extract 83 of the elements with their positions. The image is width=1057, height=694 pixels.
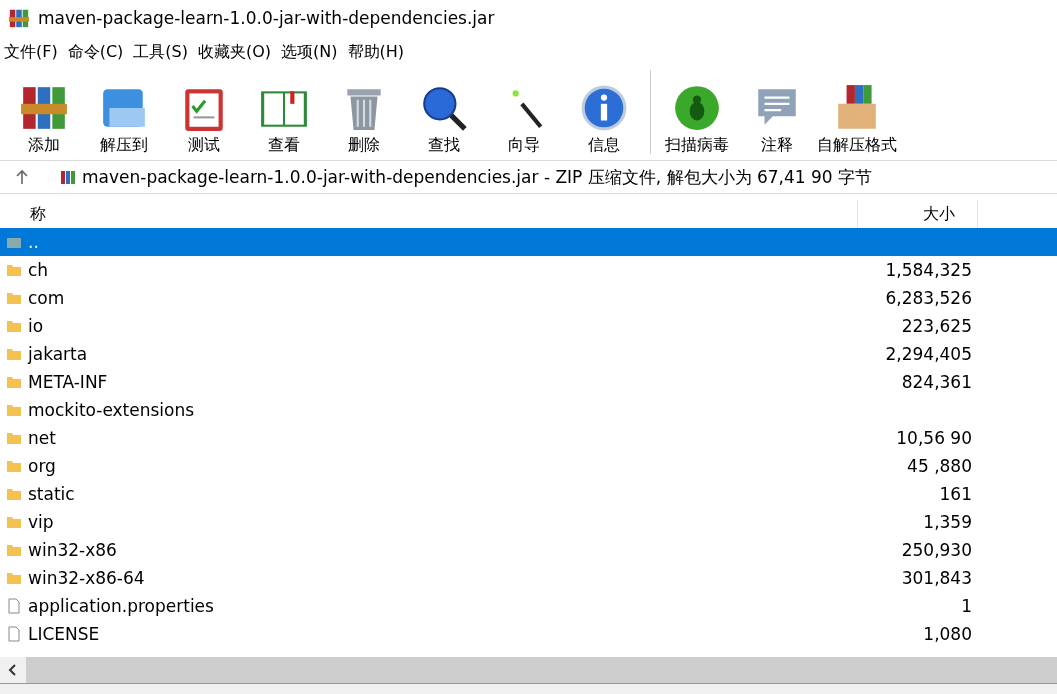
file-name: vip	[28, 512, 54, 532]
file-name: static	[28, 484, 75, 504]
menu-item[interactable]: 命令(C)	[67, 41, 124, 63]
folder-icon	[6, 514, 22, 530]
archive-icon	[60, 169, 76, 185]
bug-icon	[672, 83, 722, 133]
delete-button[interactable]: 删除	[324, 83, 404, 156]
menu-item[interactable]: 工具(S)	[133, 41, 188, 63]
folder-icon	[6, 458, 22, 474]
file-size: 6,283,526	[885, 288, 972, 308]
file-row[interactable]: net 10,56 90	[0, 424, 1057, 452]
file-size: 301,843	[901, 568, 972, 588]
folder-icon	[6, 262, 22, 278]
comment-button[interactable]: 注释	[737, 83, 817, 156]
menu-item[interactable]: 收藏夹(O)	[198, 41, 272, 63]
file-size: 1,359	[923, 512, 972, 532]
file-name: win32-x86-64	[28, 568, 145, 588]
folder-icon	[6, 346, 22, 362]
file-icon	[6, 626, 22, 642]
file-name: LICENSE	[28, 624, 100, 644]
file-size: 45 ,880	[907, 456, 972, 476]
folder-icon	[6, 374, 22, 390]
info-icon	[579, 83, 629, 133]
folder-icon	[6, 570, 22, 586]
menu-item[interactable]: 帮助(H)	[347, 41, 405, 63]
menu-item[interactable]: 文件(F)	[4, 41, 58, 63]
folder-icon	[6, 486, 22, 502]
file-row[interactable]: io 223,625	[0, 312, 1057, 340]
up-arrow-icon[interactable]	[14, 169, 30, 185]
file-size: 824,361	[901, 372, 972, 392]
scroll-left-icon[interactable]	[0, 657, 26, 683]
file-row[interactable]: ch 1,584,325	[0, 256, 1057, 284]
file-size: 1,080	[923, 624, 972, 644]
file-row[interactable]: com 6,283,526	[0, 284, 1057, 312]
virus-button[interactable]: 扫描病毒	[657, 83, 737, 156]
file-name: META-INF	[28, 372, 108, 392]
file-row[interactable]: application.properties 1	[0, 592, 1057, 620]
folder-icon	[6, 318, 22, 334]
sfx-button[interactable]: 自解压格式	[817, 83, 897, 156]
folder-icon	[6, 402, 22, 418]
file-size: 10,56 90	[896, 428, 972, 448]
file-size: 161	[939, 484, 972, 504]
file-row[interactable]: ..	[0, 228, 1057, 256]
file-row[interactable]: LICENSE 1,080	[0, 620, 1057, 648]
file-row[interactable]: vip 1,359	[0, 508, 1057, 536]
file-name: jakarta	[28, 344, 88, 364]
folder-icon	[6, 542, 22, 558]
file-icon	[6, 598, 22, 614]
folder-icon	[6, 290, 22, 306]
file-name: mockito-extensions	[28, 400, 195, 420]
archive-icon	[8, 7, 30, 29]
menu-item[interactable]: 选项(N)	[281, 41, 338, 63]
file-size: 2,294,405	[885, 344, 972, 364]
test-button[interactable]: 测试	[164, 83, 244, 156]
horizontal-scrollbar[interactable]	[0, 657, 1057, 683]
file-name: com	[28, 288, 65, 308]
file-name: net	[28, 428, 56, 448]
archive-path: maven-package-learn-1.0.0-jar-with-dependencies.jar - ZIP 压缩文件, 解包大小为 67,41 90 字节	[82, 165, 873, 189]
wizard-button[interactable]: 向导	[484, 83, 564, 156]
add-button[interactable]: 添加	[4, 83, 84, 156]
extract-button[interactable]: 解压到	[84, 83, 164, 156]
window-title: maven-package-learn-1.0.0-jar-with-dependencies.jar	[38, 8, 495, 28]
folder-icon	[6, 430, 22, 446]
file-name: win32-x86	[28, 540, 117, 560]
file-row[interactable]: win32-x86 250,930	[0, 536, 1057, 564]
file-row[interactable]: static 161	[0, 480, 1057, 508]
file-row[interactable]: jakarta 2,294,405	[0, 340, 1057, 368]
file-row[interactable]: org 45 ,880	[0, 452, 1057, 480]
info-button[interactable]: 信息	[564, 83, 644, 156]
file-size: 1,584,325	[885, 260, 972, 280]
file-size: 250,930	[901, 540, 972, 560]
file-row[interactable]: mockito-extensions	[0, 396, 1057, 424]
file-name: ..	[28, 232, 39, 252]
file-name: io	[28, 316, 44, 336]
file-size: 223,625	[901, 316, 972, 336]
file-name: ch	[28, 260, 49, 280]
view-button[interactable]: 查看	[244, 83, 324, 156]
file-row[interactable]: META-INF 824,361	[0, 368, 1057, 396]
file-size: 1	[961, 596, 972, 616]
file-name: application.properties	[28, 596, 214, 616]
file-row[interactable]: win32-x86-64 301,843	[0, 564, 1057, 592]
find-button[interactable]: 查找	[404, 83, 484, 156]
file-name: org	[28, 456, 56, 476]
